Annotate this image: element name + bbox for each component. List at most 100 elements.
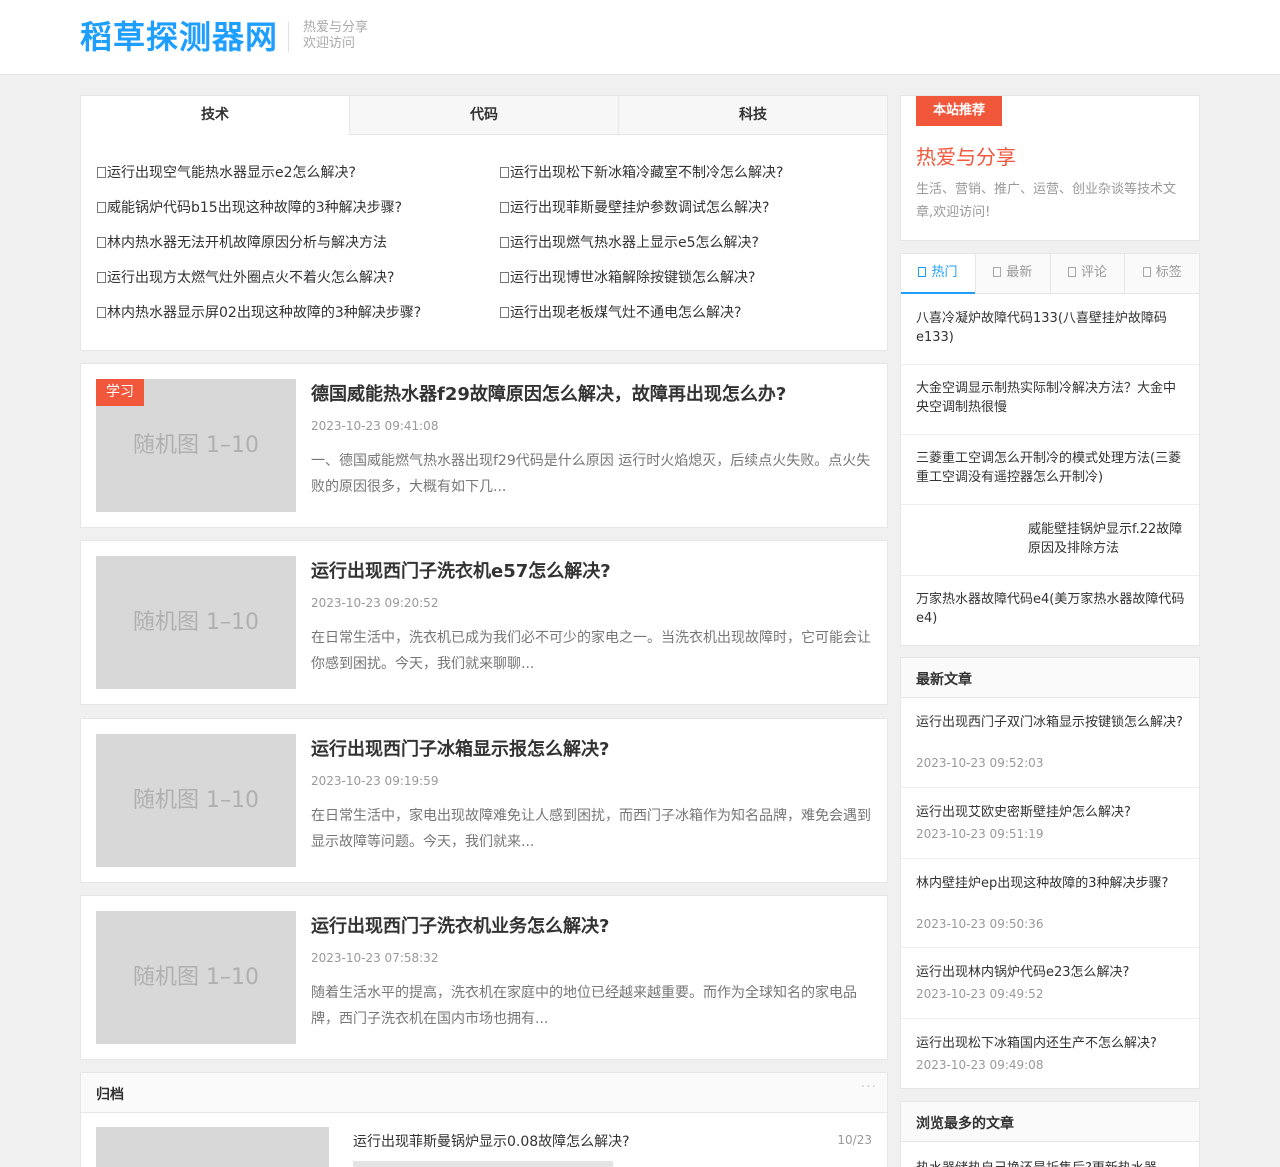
tab-hot[interactable]: 热门 xyxy=(901,254,975,294)
broken-image-icon xyxy=(97,237,106,248)
latest-articles-panel: 最新文章 运行出现西门子双门冰箱显示按键锁怎么解决? 2023-10-23 09… xyxy=(900,657,1200,1089)
broken-image-icon xyxy=(97,202,106,213)
article-card: 随机图 1–10 学习 德国威能热水器f29故障原因怎么解决，故障再出现怎么办?… xyxy=(80,363,888,528)
tab-code[interactable]: 代码 xyxy=(349,96,618,135)
latest-article-title[interactable]: 运行出现西门子双门冰箱显示按键锁怎么解决? xyxy=(916,713,1188,732)
most-read-panel: 浏览最多的文章 热水器储热自己换还是折售后?更新热水器 xyxy=(900,1101,1200,1167)
recommend-description: 生活、营销、推广、运营、创业杂谈等技术文章,欢迎访问! xyxy=(916,182,1177,220)
broken-image-icon xyxy=(97,307,106,318)
article-excerpt: 在日常生活中，洗衣机已成为我们必不可少的家电之一。当洗衣机出现故障时，它可能会让… xyxy=(311,630,871,672)
tab-article-link[interactable]: 运行出现空气能热水器显示e2怎么解决? xyxy=(97,156,500,191)
latest-article-item: 林内壁挂炉ep出现这种故障的3种解决步骤? 2023-10-23 09:50:3… xyxy=(901,859,1199,948)
article-title[interactable]: 运行出现西门子洗衣机e57怎么解决? xyxy=(311,557,611,583)
site-logo[interactable]: 稻草探测器网 xyxy=(80,16,278,58)
hot-tab-bar: 热门 最新 评论 标签 xyxy=(901,254,1199,294)
article-excerpt: 在日常生活中，家电出现故障难免让人感到困扰，而西门子冰箱作为知名品牌，难免会遇到… xyxy=(311,808,871,850)
tab-science[interactable]: 科技 xyxy=(618,96,887,135)
tab-tech[interactable]: 技术 xyxy=(81,96,349,135)
latest-article-title[interactable]: 运行出现松下冰箱国内还生产不怎么解决? xyxy=(916,1034,1188,1053)
article-card: 随机图 1–10 运行出现西门子洗衣机业务怎么解决? 2023-10-23 07… xyxy=(80,895,888,1060)
article-date: 2023-10-23 07:58:32 xyxy=(311,951,439,965)
archive-title: 归档 xyxy=(96,1087,124,1103)
logo-divider xyxy=(288,22,289,52)
article-thumbnail[interactable]: 随机图 1–10 xyxy=(96,911,296,1044)
tab-article-link[interactable]: 运行出现方太燃气灶外圈点火不着火怎么解决? xyxy=(97,261,500,296)
tab-article-link[interactable]: 运行出现松下新冰箱冷藏室不制冷怎么解决? xyxy=(500,156,873,191)
tab-latest[interactable]: 最新 xyxy=(974,254,1050,294)
latest-title: 最新文章 xyxy=(916,672,972,688)
article-title[interactable]: 运行出现西门子冰箱显示报怎么解决? xyxy=(311,735,609,761)
archive-item-date: 10/23 xyxy=(837,1133,872,1147)
latest-article-date: 2023-10-23 09:52:03 xyxy=(916,756,1044,770)
latest-article-date: 2023-10-23 09:49:52 xyxy=(916,987,1044,1001)
archive-item-title[interactable]: 运行出现菲斯曼锅炉显示0.08故障怎么解决? xyxy=(353,1131,630,1151)
article-title[interactable]: 运行出现西门子洗衣机业务怎么解决? xyxy=(311,912,609,938)
tab-article-link[interactable]: 运行出现菲斯曼壁挂炉参数调试怎么解决? xyxy=(500,191,873,226)
article-title[interactable]: 德国威能热水器f29故障原因怎么解决，故障再出现怎么办? xyxy=(311,380,786,406)
category-badge[interactable]: 学习 xyxy=(96,379,144,406)
site-tagline: 热爱与分享 欢迎访问 xyxy=(303,20,368,52)
article-date: 2023-10-23 09:41:08 xyxy=(311,419,439,433)
category-tab-bar: 技术 代码 科技 xyxy=(81,96,887,135)
archive-thumbnail[interactable] xyxy=(96,1127,329,1167)
hot-articles-panel: 热门 最新 评论 标签 八喜冷凝炉故障代码133(八喜壁挂炉故障码e133) 大… xyxy=(900,253,1200,646)
latest-article-item: 运行出现西门子双门冰箱显示按键锁怎么解决? 2023-10-23 09:52:0… xyxy=(901,698,1199,788)
latest-article-date: 2023-10-23 09:51:19 xyxy=(916,827,1044,841)
broken-image-icon xyxy=(1142,267,1151,277)
tab-article-link[interactable]: 威能锅炉代码b15出现这种故障的3种解决步骤? xyxy=(97,191,500,226)
tab-article-list: 运行出现空气能热水器显示e2怎么解决? 运行出现松下新冰箱冷藏室不制冷怎么解决?… xyxy=(97,156,873,331)
article-date: 2023-10-23 09:19:59 xyxy=(311,774,439,788)
article-thumbnail[interactable]: 随机图 1–10 xyxy=(96,556,296,689)
archive-header: 归档 ··· xyxy=(81,1073,887,1113)
more-icon[interactable]: ··· xyxy=(861,1079,877,1095)
latest-article-title[interactable]: 运行出现林内锅炉代码e23怎么解决? xyxy=(916,963,1188,982)
hot-article-item[interactable]: 三菱重工空调怎么开制冷的模式处理方法(三菱重工空调没有遥控器怎么开制冷) xyxy=(901,435,1199,505)
broken-image-icon xyxy=(97,272,106,283)
archive-item-partial xyxy=(353,1161,613,1167)
latest-article-item: 运行出现松下冰箱国内还生产不怎么解决? 2023-10-23 09:49:08 xyxy=(901,1019,1199,1089)
broken-image-icon xyxy=(500,307,509,318)
tab-tags[interactable]: 标签 xyxy=(1124,254,1199,294)
article-card: 随机图 1–10 运行出现西门子洗衣机e57怎么解决? 2023-10-23 0… xyxy=(80,540,888,705)
article-excerpt: 一、德国威能燃气热水器出现f29代码是什么原因 运行时火焰熄灭，后续点火失败。点… xyxy=(311,453,871,495)
most-read-item[interactable]: 热水器储热自己换还是折售后?更新热水器 xyxy=(916,1157,1188,1167)
site-recommend-panel: 本站推荐 热爱与分享 生活、营销、推广、运营、创业杂谈等技术文章,欢迎访问! xyxy=(900,95,1200,241)
category-tabs-panel: 技术 代码 科技 运行出现空气能热水器显示e2怎么解决? 运行出现松下新冰箱冷藏… xyxy=(80,95,888,351)
tab-article-link[interactable]: 运行出现燃气热水器上显示e5怎么解决? xyxy=(500,226,873,261)
article-excerpt: 随着生活水平的提高，洗衣机在家庭中的地位已经越来越重要。而作为全球知名的家电品牌… xyxy=(311,985,857,1027)
recommend-title: 热爱与分享 xyxy=(916,145,1016,169)
tab-article-link[interactable]: 运行出现老板煤气灶不通电怎么解决? xyxy=(500,296,873,331)
article-date: 2023-10-23 09:20:52 xyxy=(311,596,439,610)
tab-article-link[interactable]: 林内热水器显示屏02出现这种故障的3种解决步骤? xyxy=(97,296,500,331)
hot-article-item[interactable]: 威能壁挂锅炉显示f.22故障原因及排除方法 xyxy=(901,505,1199,576)
archive-panel: 归档 ··· 运行出现菲斯曼锅炉显示0.08故障怎么解决? 10/23 xyxy=(80,1072,888,1167)
broken-image-icon xyxy=(500,167,509,178)
tab-article-link[interactable]: 运行出现博世冰箱解除按键锁怎么解决? xyxy=(500,261,873,296)
broken-image-icon xyxy=(97,167,106,178)
broken-image-icon xyxy=(918,267,927,277)
site-header: 稻草探测器网 热爱与分享 欢迎访问 xyxy=(0,0,1280,75)
article-thumbnail[interactable]: 随机图 1–10 xyxy=(96,734,296,867)
latest-article-item: 运行出现艾欧史密斯壁挂炉怎么解决? 2023-10-23 09:51:19 xyxy=(901,788,1199,859)
most-read-title: 浏览最多的文章 xyxy=(916,1116,1014,1132)
tagline-line-1: 热爱与分享 xyxy=(303,20,369,35)
broken-image-icon xyxy=(500,272,509,283)
latest-header: 最新文章 xyxy=(901,658,1199,698)
hot-article-item[interactable]: 八喜冷凝炉故障代码133(八喜壁挂炉故障码e133) xyxy=(901,294,1199,365)
hot-article-item[interactable]: 大金空调显示制热实际制冷解决方法？大金中央空调制热很慢 xyxy=(901,365,1199,435)
most-read-header: 浏览最多的文章 xyxy=(901,1102,1199,1142)
latest-article-title[interactable]: 林内壁挂炉ep出现这种故障的3种解决步骤? xyxy=(916,874,1188,893)
broken-image-icon xyxy=(500,237,509,248)
latest-article-item: 运行出现林内锅炉代码e23怎么解决? 2023-10-23 09:49:52 xyxy=(901,948,1199,1019)
article-card: 随机图 1–10 运行出现西门子冰箱显示报怎么解决? 2023-10-23 09… xyxy=(80,718,888,883)
latest-article-date: 2023-10-23 09:50:36 xyxy=(916,917,1044,931)
tab-comments[interactable]: 评论 xyxy=(1049,254,1125,294)
recommend-badge: 本站推荐 xyxy=(916,96,1002,126)
broken-image-icon xyxy=(1067,267,1076,277)
latest-article-date: 2023-10-23 09:49:08 xyxy=(916,1058,1044,1072)
hot-article-item[interactable]: 万家热水器故障代码e4(美万家热水器故障代码e4) xyxy=(901,576,1199,646)
tagline-line-2: 欢迎访问 xyxy=(303,36,356,51)
tab-article-link[interactable]: 林内热水器无法开机故障原因分析与解决方法 xyxy=(97,226,500,261)
broken-image-icon xyxy=(993,267,1002,277)
latest-article-title[interactable]: 运行出现艾欧史密斯壁挂炉怎么解决? xyxy=(916,803,1188,822)
